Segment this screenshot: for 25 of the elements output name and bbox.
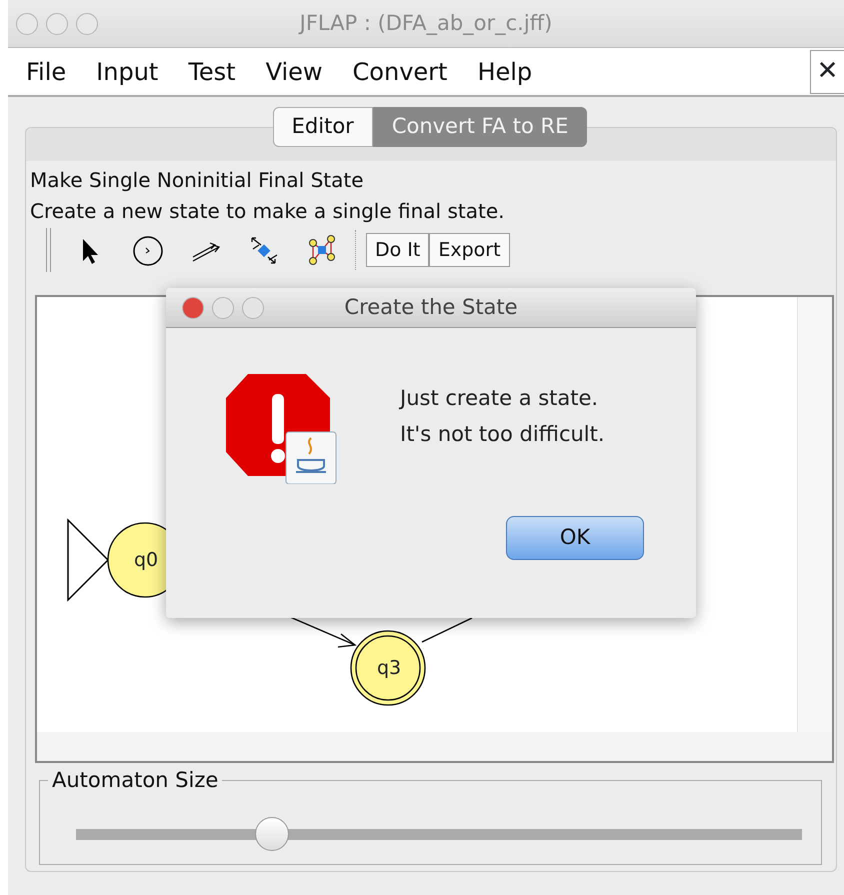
menu-item[interactable]: File bbox=[24, 54, 84, 90]
window-control-button[interactable] bbox=[182, 296, 204, 318]
dialog-message: Just create a state. bbox=[400, 385, 600, 412]
step-description: Create a new state to make a single final state. bbox=[29, 198, 506, 225]
menu-item[interactable]: Convert bbox=[350, 54, 466, 90]
transition-line bbox=[422, 617, 472, 643]
ok-button[interactable]: OK bbox=[506, 516, 644, 560]
transition-arrow bbox=[290, 616, 357, 648]
step-title: Make Single Noninitial Final State bbox=[29, 167, 365, 194]
tab[interactable]: Editor bbox=[272, 107, 373, 146]
window-title: JFLAP : (DFA_ab_or_c.jff) bbox=[298, 10, 554, 37]
menu-item[interactable]: View bbox=[264, 54, 341, 90]
menu-item[interactable]: Help bbox=[475, 54, 550, 90]
dialog-title: Create the State bbox=[343, 294, 519, 321]
warning-icon bbox=[226, 372, 338, 484]
menu-item[interactable]: Test bbox=[186, 54, 254, 90]
toolbar-button[interactable]: Export bbox=[429, 232, 510, 268]
close-button[interactable]: ✕ bbox=[810, 50, 844, 94]
slider-thumb[interactable] bbox=[255, 817, 290, 851]
toolbar-button[interactable]: Do It bbox=[366, 232, 430, 268]
state-label: q0 bbox=[134, 549, 158, 571]
menu-item[interactable]: Input bbox=[94, 54, 176, 90]
state-node[interactable] bbox=[350, 630, 426, 706]
dialog-message: It's not too difficult. bbox=[400, 421, 605, 448]
state-label: q3 bbox=[377, 657, 402, 679]
